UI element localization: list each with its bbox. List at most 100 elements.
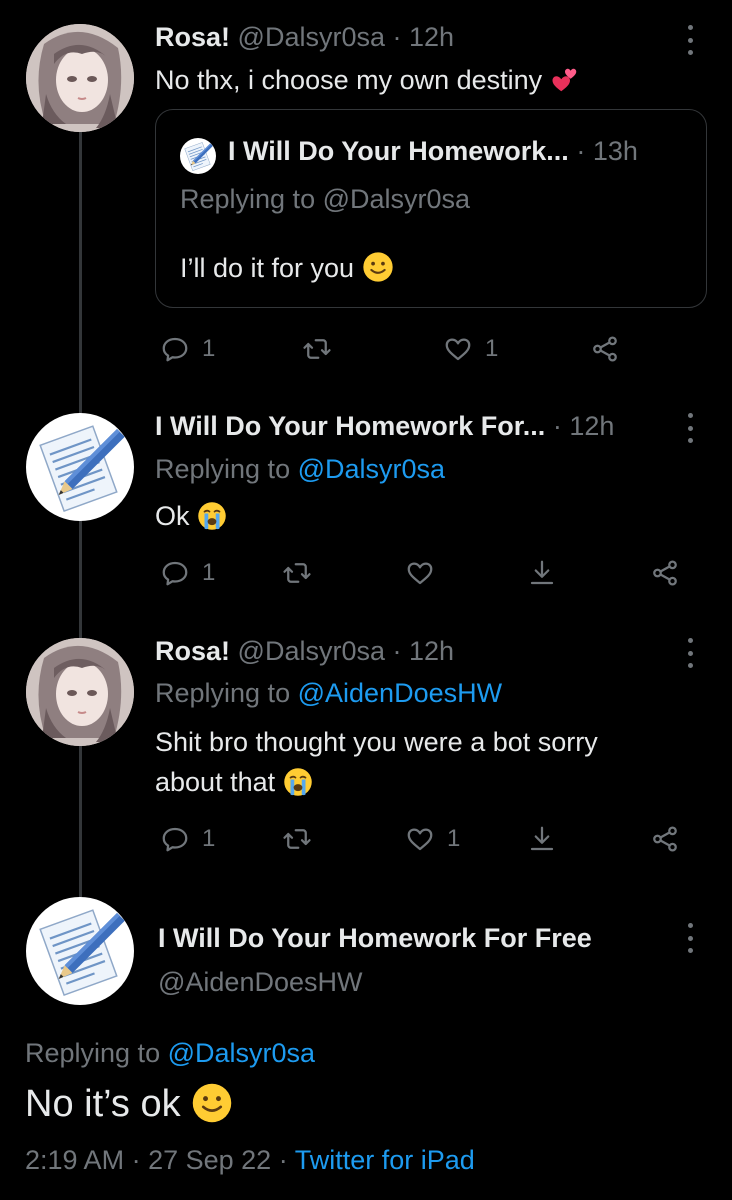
main-time[interactable]: 2:19 AM <box>25 1145 124 1175</box>
tweet-text-content: No thx, i choose my own destiny <box>155 65 543 95</box>
main-handle-row: @AidenDoesHW <box>158 967 362 998</box>
display-name[interactable]: Rosa! <box>155 22 230 52</box>
slightly-smiling-face-icon <box>362 251 394 283</box>
replying-prefix: Replying to <box>155 454 291 484</box>
reply-button[interactable]: 1 <box>160 558 215 588</box>
avatar-image <box>26 24 134 132</box>
avatar[interactable] <box>26 24 134 132</box>
main-tweet-meta: 2:19 AM · 27 Sep 22 · Twitter for iPad <box>25 1145 475 1176</box>
avatar[interactable] <box>26 638 134 746</box>
tweet-text: Ok <box>155 496 227 536</box>
loudly-crying-face-icon <box>283 767 313 797</box>
share-button[interactable] <box>590 334 620 364</box>
quoted-text-content: I’ll do it for you <box>180 253 355 283</box>
speech-bubble-icon <box>160 334 190 364</box>
replying-prefix: Replying to <box>155 678 291 708</box>
replying-to: Replying to @AidenDoesHW <box>155 678 502 709</box>
loudly-crying-face-icon <box>197 501 227 531</box>
replying-handle[interactable]: @Dalsyr0sa <box>168 1038 315 1068</box>
share-nodes-icon <box>590 334 620 364</box>
quoted-header: I Will Do Your Homework... · 13h <box>228 136 638 167</box>
tweet-header: Rosa! @Dalsyr0sa · 12h <box>155 636 454 667</box>
handle[interactable]: @Dalsyr0sa <box>238 22 385 52</box>
tweet-header: Rosa! @Dalsyr0sa · 12h <box>155 22 454 53</box>
heart-icon <box>443 334 473 364</box>
more-options-icon[interactable] <box>686 25 694 55</box>
timestamp[interactable]: 12h <box>409 636 454 666</box>
more-options-icon[interactable] <box>686 638 694 668</box>
share-nodes-icon <box>650 824 680 854</box>
main-display-name-row: I Will Do Your Homework For Free <box>158 923 592 954</box>
quoted-timestamp: 13h <box>592 136 638 166</box>
separator: · <box>278 1145 288 1175</box>
quoted-tweet[interactable]: I Will Do Your Homework... · 13h Replyin… <box>155 109 707 308</box>
timestamp[interactable]: 12h <box>409 22 454 52</box>
more-options-icon[interactable] <box>686 923 694 953</box>
reply-button[interactable]: 1 <box>160 824 215 854</box>
separator: · <box>576 136 586 166</box>
share-button[interactable] <box>650 558 680 588</box>
handle[interactable]: @Dalsyr0sa <box>238 636 385 666</box>
retweet-icon <box>282 558 312 588</box>
reply-count: 1 <box>202 559 216 586</box>
separator: · <box>131 1145 141 1175</box>
display-name[interactable]: Rosa! <box>155 636 230 666</box>
main-tweet-text: No it’s ok <box>25 1080 233 1128</box>
handle[interactable]: @AidenDoesHW <box>158 967 362 997</box>
separator: · <box>392 22 402 52</box>
like-button[interactable] <box>405 558 435 588</box>
avatar[interactable] <box>26 413 134 521</box>
retweet-button[interactable] <box>302 334 332 364</box>
download-icon <box>527 558 557 588</box>
separator: · <box>392 636 402 666</box>
two-hearts-icon <box>550 65 580 95</box>
share-nodes-icon <box>650 558 680 588</box>
reply-count: 1 <box>202 335 216 362</box>
replying-to: Replying to @Dalsyr0sa <box>155 454 445 485</box>
tweet-text-content: Ok <box>155 501 190 531</box>
reply-count: 1 <box>202 825 216 852</box>
like-count: 1 <box>485 335 499 362</box>
quoted-text: I’ll do it for you <box>180 248 394 288</box>
display-name[interactable]: I Will Do Your Homework For... <box>155 411 545 441</box>
download-icon <box>527 824 557 854</box>
like-button[interactable]: 1 <box>405 824 460 854</box>
tweet-text-line-2: about that <box>155 762 598 802</box>
thread-line <box>79 745 82 897</box>
replying-prefix: Replying to <box>180 184 316 214</box>
bookmark-button[interactable] <box>527 558 557 588</box>
main-date[interactable]: 27 Sep 22 <box>148 1145 271 1175</box>
speech-bubble-icon <box>160 824 190 854</box>
heart-icon <box>405 824 435 854</box>
tweet-text-line: Shit bro thought you were a bot sorry <box>155 727 598 757</box>
share-button[interactable] <box>650 824 680 854</box>
avatar[interactable] <box>26 897 134 1005</box>
retweet-button[interactable] <box>282 824 312 854</box>
display-name[interactable]: I Will Do Your Homework For Free <box>158 923 592 953</box>
like-count: 1 <box>447 825 461 852</box>
heart-icon <box>405 558 435 588</box>
tweet-text-content: about that <box>155 767 276 797</box>
replying-handle[interactable]: @AidenDoesHW <box>298 678 502 708</box>
timestamp[interactable]: 12h <box>569 411 614 441</box>
retweet-icon <box>302 334 332 364</box>
quoted-avatar <box>180 138 216 174</box>
thread-line <box>79 520 82 638</box>
tweet-text: Shit bro thought you were a bot sorry ab… <box>155 722 598 802</box>
avatar-image <box>26 897 134 1005</box>
retweet-button[interactable] <box>282 558 312 588</box>
replying-handle: @Dalsyr0sa <box>322 184 471 214</box>
quoted-replying-to: Replying to @Dalsyr0sa <box>180 184 470 215</box>
speech-bubble-icon <box>160 558 190 588</box>
reply-button[interactable]: 1 <box>160 334 215 364</box>
replying-prefix: Replying to <box>25 1038 161 1068</box>
more-options-icon[interactable] <box>686 413 694 443</box>
like-button[interactable]: 1 <box>443 334 498 364</box>
thread-line <box>79 132 82 415</box>
source-link[interactable]: Twitter for iPad <box>295 1145 475 1175</box>
quoted-display-name: I Will Do Your Homework... <box>228 136 569 166</box>
replying-handle[interactable]: @Dalsyr0sa <box>298 454 445 484</box>
bookmark-button[interactable] <box>527 824 557 854</box>
tweet-text: No thx, i choose my own destiny <box>155 60 580 100</box>
slightly-smiling-face-icon <box>191 1082 233 1124</box>
